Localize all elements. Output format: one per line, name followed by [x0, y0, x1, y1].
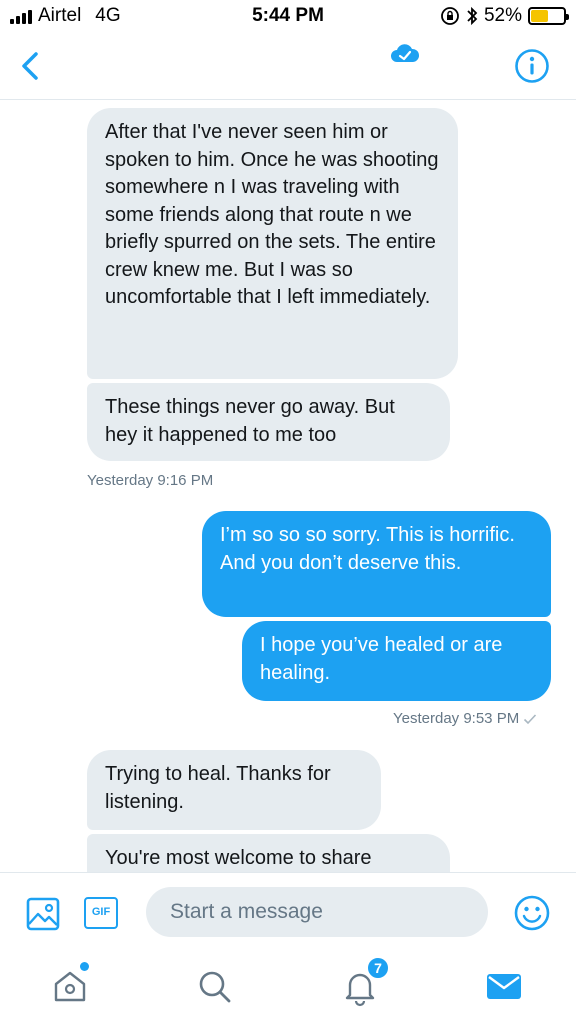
- image-icon[interactable]: [26, 897, 60, 931]
- incoming-message[interactable]: These things never go away. But hey it h…: [87, 383, 450, 461]
- outgoing-message[interactable]: I hope you’ve healed or are healing.: [242, 621, 551, 701]
- incoming-message[interactable]: You're most welcome to share: [87, 834, 450, 872]
- chevron-left-icon[interactable]: [14, 46, 50, 86]
- status-bar: Airtel 4G 5:44 PM 52%: [0, 0, 576, 34]
- conversation-header: [0, 34, 576, 100]
- bluetooth-icon: [467, 6, 478, 26]
- battery-fill: [531, 10, 548, 22]
- checkmark-icon: [524, 714, 537, 725]
- orientation-lock-icon: [441, 7, 459, 25]
- cloud-verified-icon[interactable]: [390, 42, 420, 66]
- new-activity-dot: [80, 962, 89, 971]
- message-thread[interactable]: After that I've never seen him or spoken…: [0, 100, 576, 872]
- battery-icon: [528, 7, 569, 25]
- tab-bar: [0, 950, 576, 1024]
- message-input-placeholder: Start a message: [170, 900, 323, 923]
- messages-icon[interactable]: [482, 964, 526, 1008]
- gif-label: GIF: [91, 906, 111, 918]
- message-timestamp: Yesterday 9:53 PM: [393, 710, 537, 727]
- message-timestamp: Yesterday 9:16 PM: [87, 472, 214, 489]
- search-icon[interactable]: [192, 964, 236, 1008]
- message-input[interactable]: Start a message: [146, 887, 488, 937]
- outgoing-message[interactable]: I’m so so so sorry. This is horrific. An…: [202, 511, 551, 617]
- info-icon[interactable]: [514, 48, 550, 84]
- gif-button[interactable]: GIF: [84, 897, 118, 929]
- battery-percent: 52%: [483, 5, 522, 26]
- timestamp-text: Yesterday 9:53 PM: [393, 710, 520, 727]
- message-composer: GIF Start a message: [0, 872, 576, 950]
- notifications-badge: 7: [366, 956, 390, 980]
- incoming-message[interactable]: Trying to heal. Thanks for listening.: [87, 750, 381, 830]
- incoming-message[interactable]: After that I've never seen him or spoken…: [87, 108, 458, 379]
- status-right: 52%: [440, 5, 569, 27]
- emoji-icon[interactable]: [513, 894, 551, 932]
